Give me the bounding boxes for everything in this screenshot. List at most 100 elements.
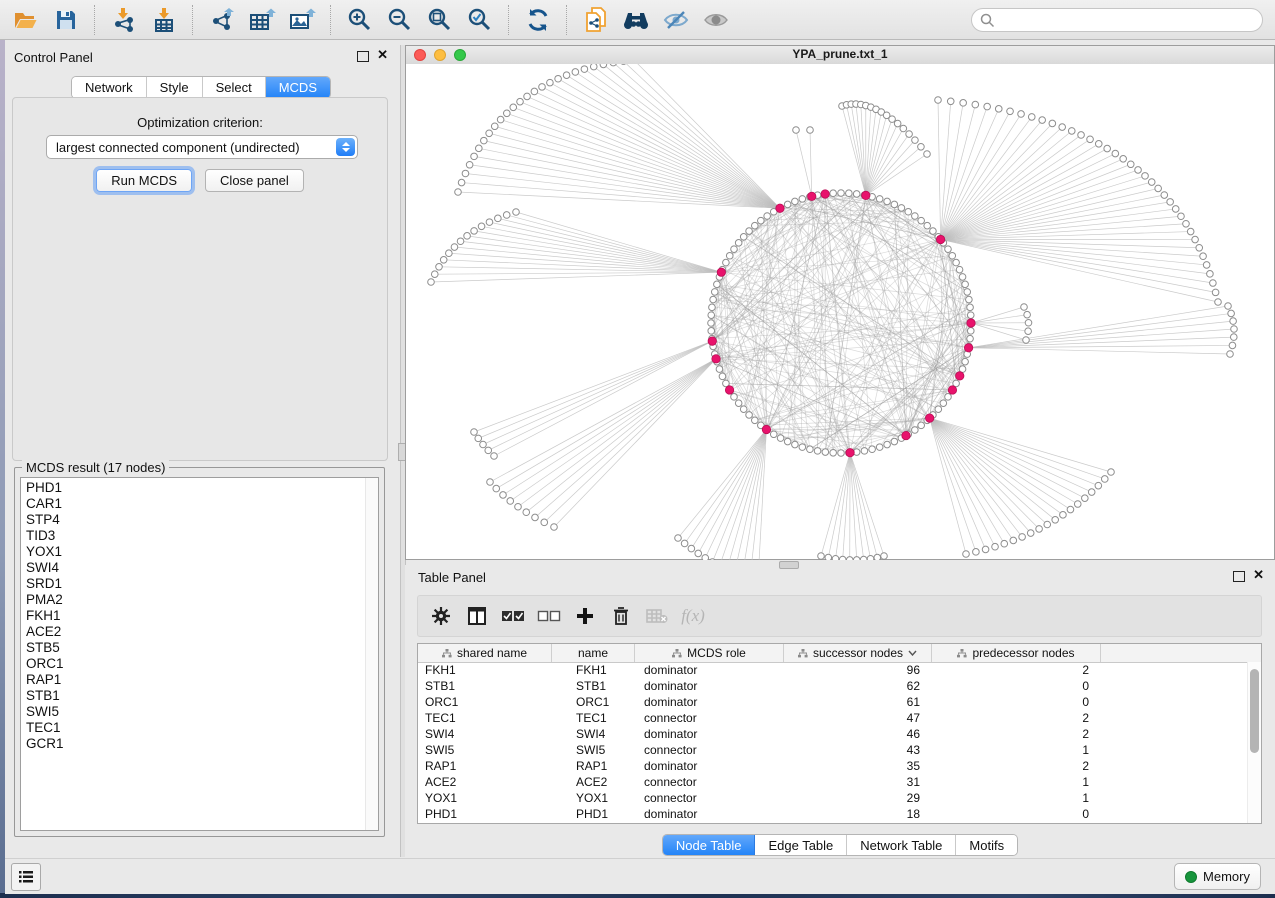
table-cell[interactable]: dominator [635,807,784,823]
mcds-result-item[interactable]: GCR1 [26,736,378,752]
table-cell[interactable]: 0 [932,679,1101,695]
import-table-icon[interactable] [149,5,179,35]
table-cell[interactable]: 1 [932,791,1101,807]
tab-style[interactable]: Style [147,77,203,98]
table-cell[interactable]: 18 [784,807,932,823]
table-cell[interactable]: 2 [932,727,1101,743]
column-header-shared-name[interactable]: shared name [418,644,552,662]
mcds-result-item[interactable]: PHD1 [26,480,378,496]
mcds-result-item[interactable]: CAR1 [26,496,378,512]
table-cell[interactable]: 2 [932,759,1101,775]
mcds-result-item[interactable]: FKH1 [26,608,378,624]
table-row[interactable]: SWI5SWI5connector431 [418,743,1261,759]
mcds-result-item[interactable]: SWI5 [26,704,378,720]
table-row[interactable]: STB1STB1dominator620 [418,679,1261,695]
select-all-icon[interactable] [498,601,528,631]
table-cell[interactable]: 1 [932,775,1101,791]
optimization-criterion-select[interactable]: largest connected component (undirected) [46,135,358,159]
table-row[interactable]: ACE2ACE2connector311 [418,775,1261,791]
table-cell[interactable]: 31 [784,775,932,791]
table-cell[interactable]: SWI4 [418,727,552,743]
table-cell[interactable]: 35 [784,759,932,775]
table-cell[interactable]: dominator [635,663,784,679]
table-cell[interactable]: dominator [635,679,784,695]
table-row[interactable]: PHD1PHD1dominator180 [418,807,1261,823]
table-cell[interactable]: TEC1 [418,711,552,727]
table-cell[interactable]: dominator [635,727,784,743]
table-scrollbar-thumb[interactable] [1250,669,1259,753]
export-network-icon[interactable] [207,5,237,35]
table-row[interactable]: FKH1FKH1dominator962 [418,663,1261,679]
table-cell[interactable]: dominator [635,695,784,711]
zoom-fit-icon[interactable] [425,5,455,35]
run-mcds-button[interactable]: Run MCDS [96,169,192,192]
table-cell[interactable]: connector [635,775,784,791]
mcds-list-scrollbar[interactable] [365,478,378,830]
column-header-MCDS-role[interactable]: MCDS role [635,644,784,662]
table-cell[interactable]: dominator [635,759,784,775]
table-cell[interactable]: 46 [784,727,932,743]
import-network-icon[interactable] [109,5,139,35]
close-window-icon[interactable] [414,49,426,61]
mcds-result-item[interactable]: TEC1 [26,720,378,736]
column-header-name[interactable]: name [552,644,635,662]
table-cell[interactable]: connector [635,743,784,759]
mcds-result-item[interactable]: STP4 [26,512,378,528]
mcds-result-item[interactable]: ACE2 [26,624,378,640]
table-cell[interactable]: 0 [932,807,1101,823]
tab-select[interactable]: Select [203,77,266,98]
mcds-result-item[interactable]: RAP1 [26,672,378,688]
table-cell[interactable]: SWI5 [552,743,635,759]
table-cell[interactable]: RAP1 [552,759,635,775]
table-cell[interactable]: 61 [784,695,932,711]
delete-column-icon[interactable] [606,601,636,631]
zoom-out-icon[interactable] [385,5,415,35]
column-header-predecessor-nodes[interactable]: predecessor nodes [932,644,1101,662]
table-cell[interactable]: 29 [784,791,932,807]
mcds-result-item[interactable]: STB1 [26,688,378,704]
add-column-icon[interactable] [570,601,600,631]
mcds-result-item[interactable]: PMA2 [26,592,378,608]
hide-selected-icon[interactable] [661,5,691,35]
mcds-result-item[interactable]: TID3 [26,528,378,544]
table-cell[interactable]: ORC1 [418,695,552,711]
table-cell[interactable]: connector [635,791,784,807]
table-cell[interactable]: 96 [784,663,932,679]
new-network-from-selection-icon[interactable] [581,5,611,35]
table-cell[interactable]: 0 [932,695,1101,711]
table-scrollbar[interactable] [1247,662,1261,823]
table-cell[interactable]: TEC1 [552,711,635,727]
node-table[interactable]: shared namenameMCDS rolesuccessor nodesp… [417,643,1262,824]
first-neighbors-icon[interactable] [621,5,651,35]
table-cell[interactable]: ACE2 [552,775,635,791]
network-window-titlebar[interactable]: YPA_prune.txt_1 [406,46,1274,65]
table-cell[interactable]: YOX1 [418,791,552,807]
apply-layout-icon[interactable] [523,5,553,35]
export-image-icon[interactable] [287,5,317,35]
mcds-result-item[interactable]: SRD1 [26,576,378,592]
tab-node-table[interactable]: Node Table [663,835,756,855]
mcds-result-list[interactable]: PHD1CAR1STP4TID3YOX1SWI4SRD1PMA2FKH1ACE2… [20,477,379,831]
float-panel-icon[interactable] [357,51,369,62]
close-panel-icon[interactable]: ✕ [377,48,388,62]
table-cell[interactable]: RAP1 [418,759,552,775]
table-cell[interactable]: PHD1 [552,807,635,823]
float-panel-icon[interactable] [1233,571,1245,582]
search-input[interactable] [1000,10,1262,30]
table-row[interactable]: RAP1RAP1dominator352 [418,759,1261,775]
table-cell[interactable]: YOX1 [552,791,635,807]
task-history-button[interactable] [11,863,41,891]
table-cell[interactable]: connector [635,711,784,727]
table-cell[interactable]: FKH1 [552,663,635,679]
network-canvas[interactable] [406,64,1274,559]
tab-edge-table[interactable]: Edge Table [755,835,847,855]
memory-button[interactable]: Memory [1174,863,1261,890]
table-row[interactable]: TEC1TEC1connector472 [418,711,1261,727]
tab-network[interactable]: Network [72,77,147,98]
table-cell[interactable]: 47 [784,711,932,727]
table-cell[interactable]: SWI4 [552,727,635,743]
column-header-successor-nodes[interactable]: successor nodes [784,644,932,662]
show-all-icon[interactable] [701,5,731,35]
mcds-result-item[interactable]: SWI4 [26,560,378,576]
tab-mcds[interactable]: MCDS [266,77,330,98]
